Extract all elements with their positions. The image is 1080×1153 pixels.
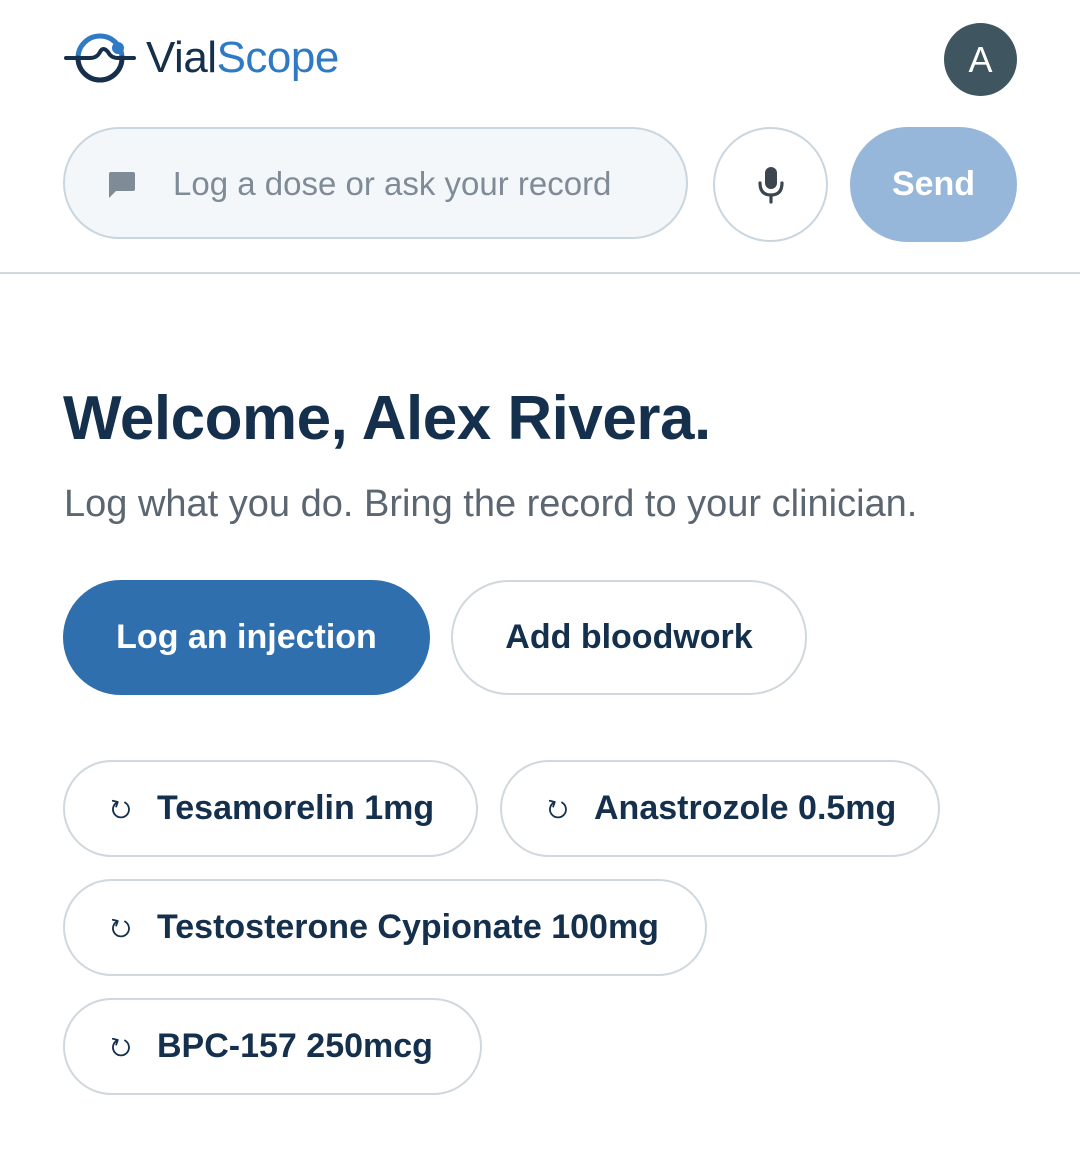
quick-log-chip[interactable]: BPC-157 250mcg	[63, 998, 482, 1095]
quick-log-chip-label: Tesamorelin 1mg	[157, 789, 435, 827]
quick-log-chip-label: Anastrozole 0.5mg	[594, 789, 897, 827]
avatar-initial: A	[968, 38, 993, 80]
brand-name: VialScope	[146, 36, 339, 80]
repeat-icon	[111, 799, 130, 818]
vial-scope-logo-icon	[64, 33, 136, 83]
add-bloodwork-button[interactable]: Add bloodwork	[451, 580, 807, 695]
quick-log-chip[interactable]: Testosterone Cypionate 100mg	[63, 879, 707, 976]
repeat-icon	[111, 918, 130, 937]
log-injection-button[interactable]: Log an injection	[63, 580, 430, 695]
avatar[interactable]: A	[944, 23, 1017, 96]
brand-name-part2: Scope	[216, 33, 340, 82]
log-injection-button-label: Log an injection	[116, 618, 377, 656]
chat-bubble-icon	[109, 172, 135, 198]
quick-log-chip-label: Testosterone Cypionate 100mg	[157, 908, 659, 946]
add-bloodwork-button-label: Add bloodwork	[505, 618, 753, 656]
microphone-icon	[757, 166, 784, 204]
quick-log-chip[interactable]: Tesamorelin 1mg	[63, 760, 478, 857]
quick-log-chip-label: BPC-157 250mcg	[157, 1027, 433, 1065]
composer-field[interactable]	[63, 127, 688, 239]
header-divider	[0, 272, 1080, 274]
brand-name-part1: Vial	[146, 33, 217, 82]
repeat-icon	[111, 1037, 130, 1056]
composer-input[interactable]	[171, 159, 655, 209]
repeat-icon	[548, 799, 567, 818]
send-button-label: Send	[891, 165, 976, 203]
send-button[interactable]: Send	[850, 127, 1017, 242]
microphone-button[interactable]	[713, 127, 828, 242]
brand-logo[interactable]: VialScope	[64, 28, 339, 88]
page-subtitle: Log what you do. Bring the record to you…	[64, 483, 918, 525]
quick-log-chip[interactable]: Anastrozole 0.5mg	[500, 760, 940, 857]
page-title: Welcome, Alex Rivera.	[63, 384, 711, 453]
